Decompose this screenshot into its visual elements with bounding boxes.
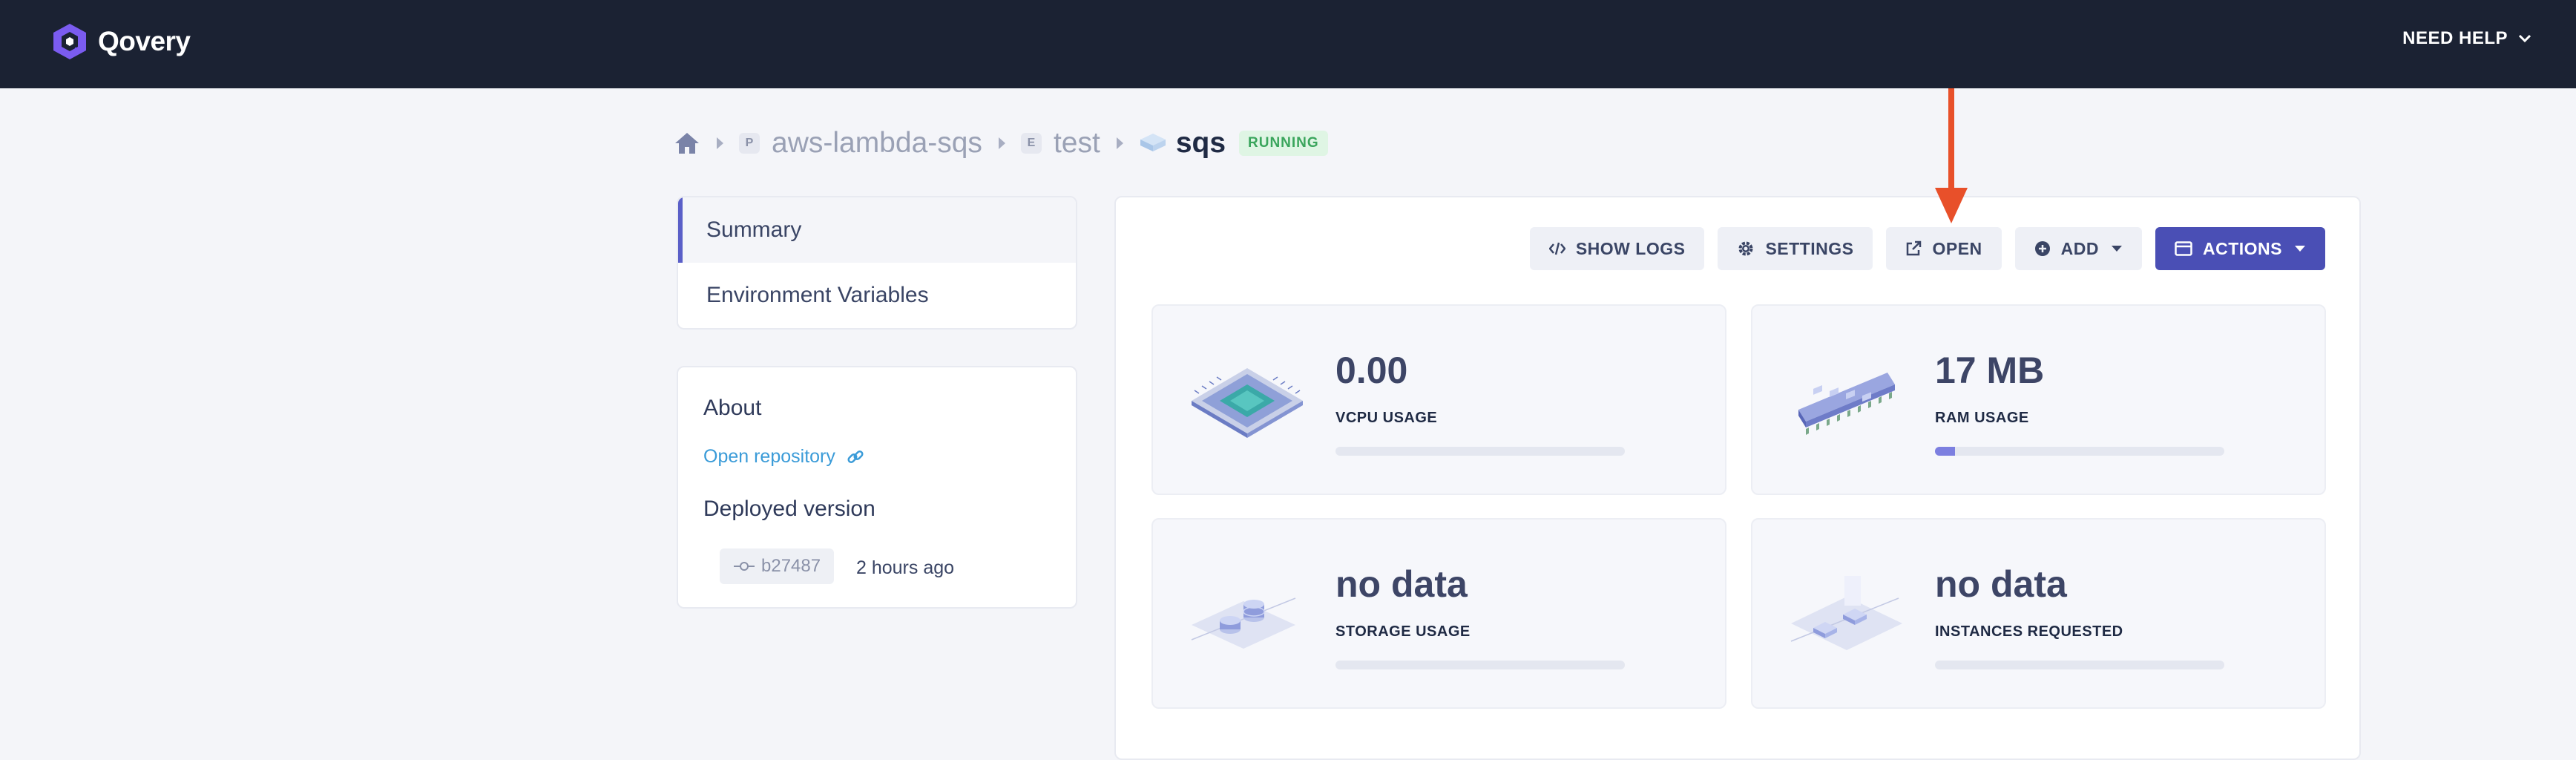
open-repository-label: Open repository	[703, 446, 835, 467]
add-label: ADD	[2060, 238, 2099, 258]
environment-badge: E	[1020, 133, 1042, 154]
caret-right-icon	[998, 137, 1005, 149]
actions-button[interactable]: ACTIONS	[2155, 227, 2325, 270]
storage-label: STORAGE USAGE	[1335, 623, 1471, 640]
instances-label: INSTANCES REQUESTED	[1935, 623, 2123, 640]
open-label: OPEN	[1932, 238, 1982, 258]
breadcrumb-application: sqs	[1175, 127, 1226, 159]
sidebar-nav: Summary Environment Variables	[677, 196, 1077, 330]
need-help-label: NEED HELP	[2402, 28, 2508, 48]
brand-logo[interactable]: Qovery	[50, 21, 191, 62]
need-help-menu[interactable]: NEED HELP	[2402, 28, 2531, 49]
caret-down-icon	[2295, 246, 2305, 252]
breadcrumb-environment[interactable]: test	[1054, 127, 1100, 160]
instances-progress-bar	[1935, 661, 2224, 669]
sidebar-item-summary[interactable]: Summary	[678, 197, 1076, 263]
breadcrumb-project[interactable]: aws-lambda-sqs	[772, 127, 982, 160]
breadcrumb-separator	[1115, 137, 1124, 150]
external-link-icon	[1907, 240, 1922, 256]
caret-right-icon	[1116, 137, 1123, 149]
ram-label: RAM USAGE	[1935, 410, 2029, 426]
summary-panel: SHOW LOGS SETTINGS OPEN ADD ACTIONS 0.00…	[1114, 196, 2361, 760]
ram-progress-bar	[1935, 447, 2224, 456]
window-icon	[2175, 241, 2192, 256]
ram-progress-fill	[1935, 447, 1956, 456]
status-badge: RUNNING	[1239, 131, 1328, 156]
open-button[interactable]: OPEN	[1886, 227, 2002, 270]
caret-down-icon	[2112, 246, 2122, 252]
open-repository-link[interactable]: Open repository	[703, 446, 865, 468]
storage-disks-icon	[1191, 597, 1296, 649]
caret-right-icon	[717, 137, 723, 149]
show-logs-button[interactable]: SHOW LOGS	[1529, 227, 1705, 270]
brand-name: Qovery	[98, 26, 191, 56]
instances-requested-card: no data INSTANCES REQUESTED	[1751, 518, 2326, 709]
storage-value: no data	[1335, 563, 1468, 605]
toolbar: SHOW LOGS SETTINGS OPEN ADD ACTIONS	[1529, 227, 2325, 270]
project-badge: P	[739, 133, 760, 154]
memory-module-icon	[1798, 373, 1895, 435]
about-title: About	[703, 396, 762, 420]
storage-usage-card: no data STORAGE USAGE	[1151, 518, 1726, 709]
show-logs-label: SHOW LOGS	[1575, 238, 1686, 258]
instances-icon	[1790, 576, 1902, 650]
deployed-version-title: Deployed version	[703, 497, 875, 521]
vcpu-progress-bar	[1335, 447, 1625, 456]
cpu-chip-icon	[1192, 368, 1303, 438]
chevron-down-icon	[2518, 34, 2531, 43]
settings-label: SETTINGS	[1765, 238, 1854, 258]
gear-icon	[1738, 241, 1753, 256]
ram-usage-card: 17 MB RAM USAGE	[1751, 304, 2326, 495]
breadcrumb-separator	[715, 137, 724, 150]
breadcrumb-separator	[997, 137, 1006, 150]
storage-progress-bar	[1335, 661, 1625, 669]
top-navigation-bar: Qovery NEED HELP	[0, 0, 2576, 88]
actions-label: ACTIONS	[2203, 238, 2282, 258]
ram-value: 17 MB	[1935, 350, 2045, 391]
stack-icon	[1140, 134, 1166, 151]
breadcrumb: P aws-lambda-sqs E test sqs RUNNING	[674, 126, 1328, 160]
commit-hash: b27487	[761, 556, 821, 576]
vcpu-value: 0.00	[1335, 350, 1408, 391]
link-icon	[847, 450, 864, 463]
plus-circle-icon	[2034, 241, 2050, 256]
git-commit-icon	[734, 562, 755, 571]
vcpu-label: VCPU USAGE	[1335, 410, 1438, 426]
instances-value: no data	[1935, 563, 2067, 605]
annotation-arrow-icon	[1935, 88, 1968, 223]
home-icon[interactable]	[674, 131, 700, 155]
sidebar-item-environment-variables[interactable]: Environment Variables	[678, 263, 1076, 328]
vcpu-usage-card: 0.00 VCPU USAGE	[1151, 304, 1726, 495]
settings-button[interactable]: SETTINGS	[1718, 227, 1873, 270]
about-panel: About Open repository Deployed version b…	[677, 366, 1077, 609]
code-icon	[1548, 242, 1565, 255]
add-button[interactable]: ADD	[2014, 227, 2142, 270]
commit-badge[interactable]: b27487	[720, 548, 835, 584]
qovery-logo-icon	[53, 24, 86, 59]
commit-time: 2 hours ago	[856, 557, 955, 578]
